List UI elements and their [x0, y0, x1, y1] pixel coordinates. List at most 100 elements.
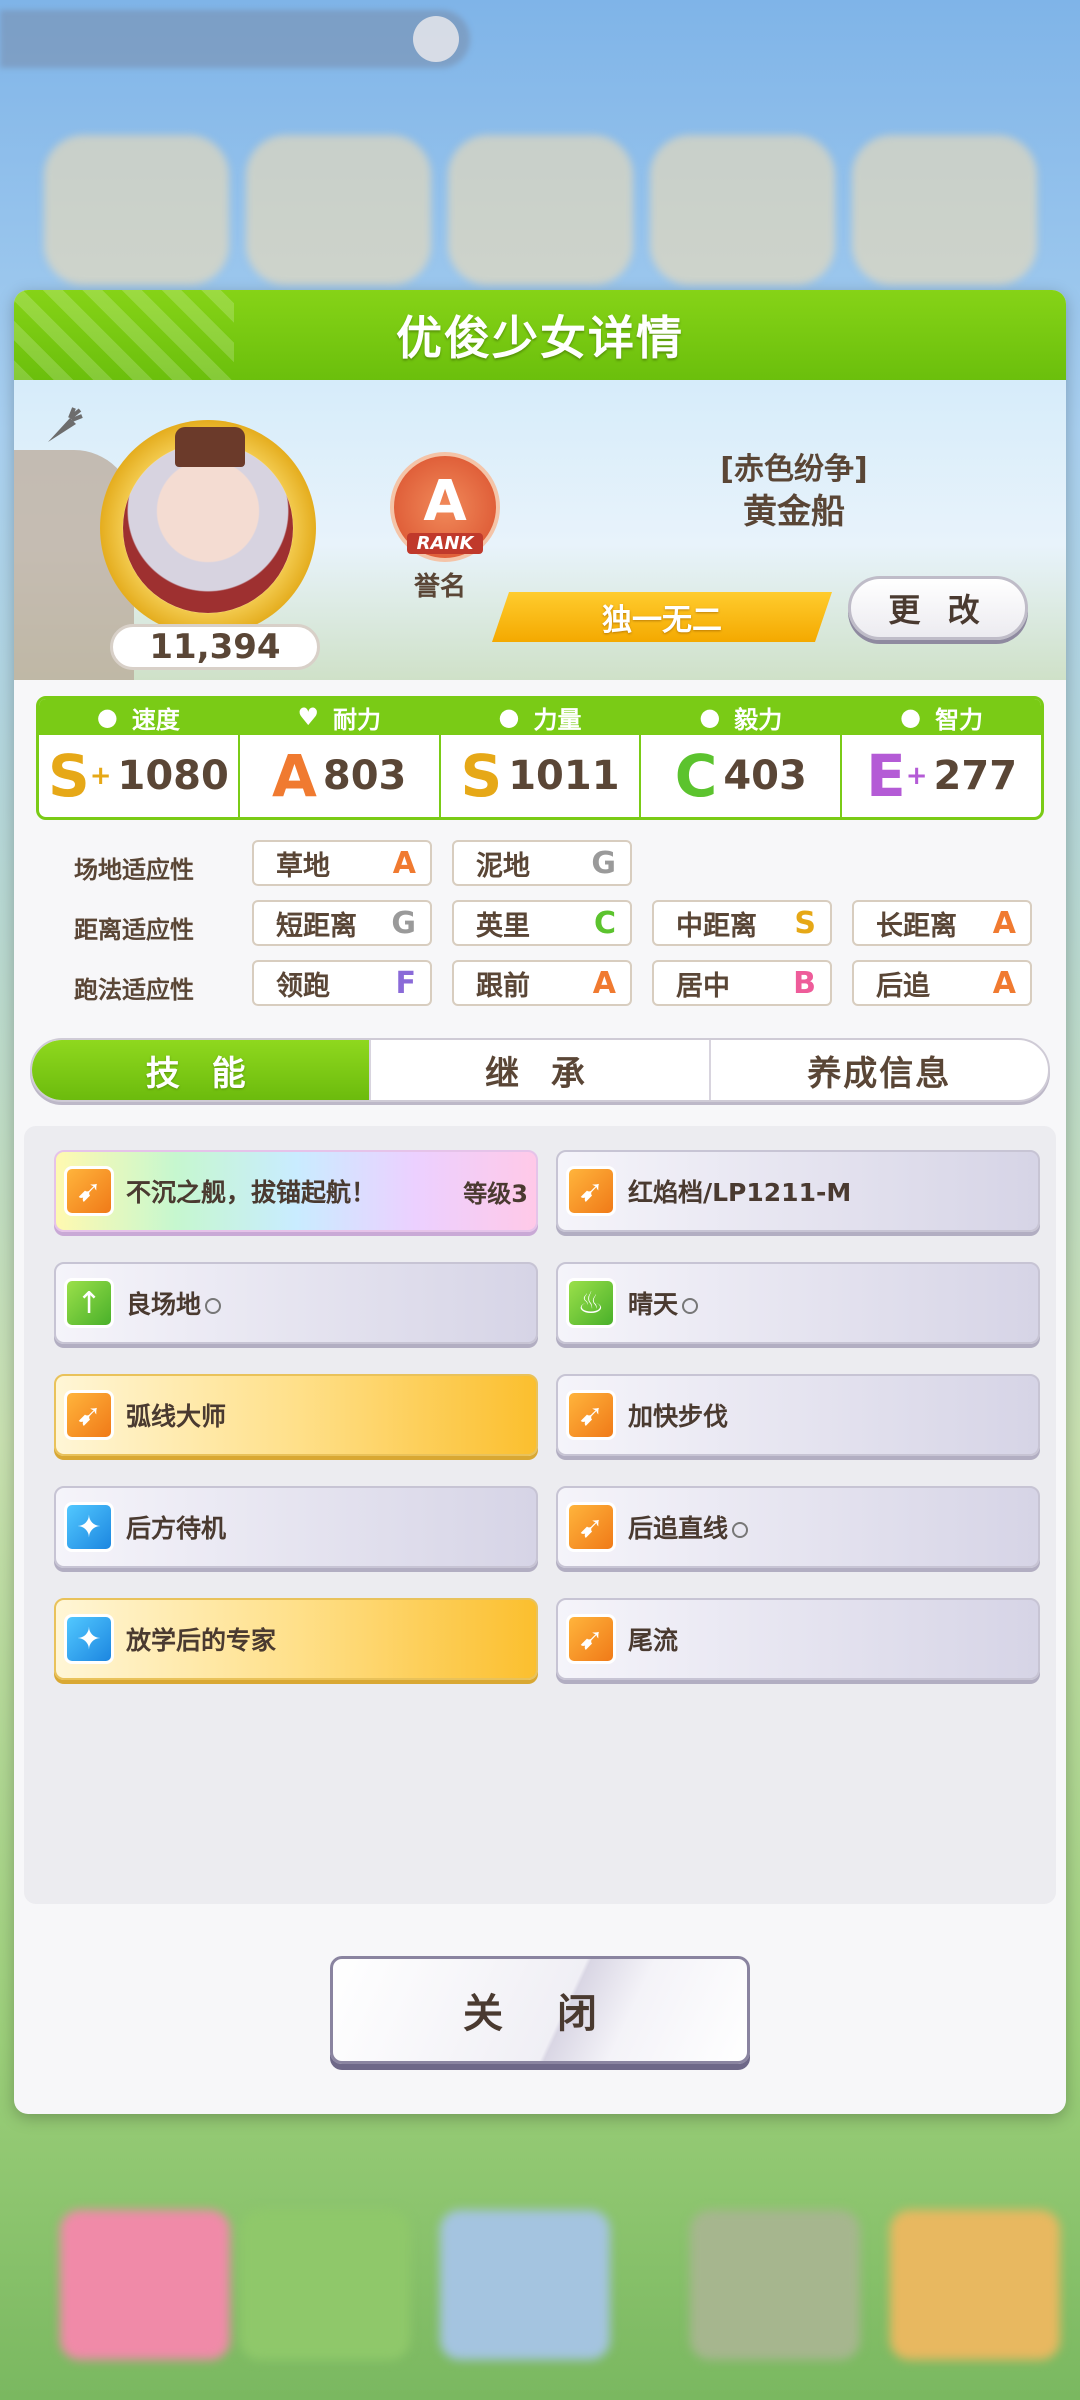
aptitude-style-item: 后追 A [852, 960, 1032, 1006]
detail-tabs: 技 能继 承养成信息 [30, 1038, 1050, 1102]
tab-2[interactable]: 养成信息 [711, 1040, 1048, 1100]
change-title-button[interactable]: 更 改 [848, 576, 1028, 640]
skill-card[interactable]: ✦ 后方待机 [54, 1486, 538, 1568]
stat-header: ● 智力 [842, 699, 1041, 735]
aptitude-distance-item: 长距离 A [852, 900, 1032, 946]
skill-name: 红焰档/LP1211-M [628, 1178, 852, 1207]
stat-grade: C [674, 742, 718, 810]
tab-0[interactable]: 技 能 [32, 1040, 372, 1100]
skill-orange-icon: ➹ [64, 1390, 114, 1440]
skill-blue-icon: ✦ [64, 1614, 114, 1664]
character-portrait[interactable] [100, 420, 316, 636]
skill-card[interactable]: ➹ 尾流 [556, 1598, 1040, 1680]
background-character-slot [852, 135, 1037, 285]
flame-icon: ● [699, 703, 721, 731]
skill-card[interactable]: ➹ 红焰档/LP1211-M [556, 1150, 1040, 1232]
stat-grade: S [460, 742, 503, 810]
stat-4: ● 智力 E+ 277 [842, 699, 1041, 817]
skill-orange-icon: ➹ [566, 1390, 616, 1440]
tab-1[interactable]: 继 承 [371, 1040, 711, 1100]
background-nav-item [440, 2210, 610, 2360]
stat-3: ● 毅力 C 403 [641, 699, 843, 817]
skill-card[interactable]: ↑ 良场地 [54, 1262, 538, 1344]
stat-0: ● 速度 S+ 1080 [39, 699, 240, 817]
skill-card[interactable]: ➹ 弧线大师 [54, 1374, 538, 1456]
aptitude-style-item: 领跑 F [252, 960, 432, 1006]
muscle-icon: ● [498, 703, 520, 731]
background-top [0, 0, 1080, 290]
stat-value: 277 [933, 753, 1018, 799]
background-nav-item [60, 2210, 230, 2360]
shoe-icon: ● [96, 703, 118, 731]
aptitude-grade: C [593, 905, 616, 941]
background-bar-button [413, 16, 459, 62]
aptitude-name: 居中 [676, 970, 730, 1002]
aptitude-name: 短距离 [276, 910, 357, 942]
carrot-icon [40, 404, 86, 450]
aptitude-grade: G [391, 905, 416, 941]
skill-orange-icon: ➹ [64, 1166, 114, 1216]
skill-name: 后方待机 [126, 1514, 227, 1543]
aptitude-name: 后追 [876, 970, 930, 1002]
aptitude-track-item: 泥地 G [452, 840, 632, 886]
background-character-slot [44, 135, 229, 285]
aptitude-name: 草地 [276, 850, 330, 882]
character-nickname: [赤色纷争] [720, 452, 868, 487]
stat-label: 耐力 [332, 705, 381, 734]
skill-card[interactable]: ✦ 放学后的专家 [54, 1598, 538, 1680]
style-aptitude-row: 跑法适应性 领跑 F 跟前 A 居中 B 后追 A [44, 960, 1044, 1010]
aptitude-label: 跑法适应性 [74, 976, 194, 1004]
circle-icon [682, 1298, 699, 1314]
stat-value-row: S+ 1080 [39, 735, 238, 817]
stat-label: 力量 [533, 705, 582, 734]
skill-name: 晴天 [628, 1285, 1038, 1321]
aptitude-distance-item: 英里 C [452, 900, 632, 946]
rank-letter: A [423, 469, 467, 534]
stat-header: ● 毅力 [641, 699, 841, 735]
skill-card[interactable]: ➹ 不沉之舰，拔锚起航！ 等级3 [54, 1150, 538, 1232]
skill-card[interactable]: ➹ 后追直线 [556, 1486, 1040, 1568]
character-title-ribbon: 独一无二 [492, 592, 832, 642]
stat-grade: A [272, 742, 317, 810]
aptitude-grade: A [992, 965, 1016, 1001]
stat-label: 智力 [935, 705, 984, 734]
aptitude-grade: A [392, 845, 416, 881]
rank-badge: A RANK [390, 452, 500, 562]
rank-label: 誉名 [414, 572, 467, 602]
stat-value: 803 [322, 753, 407, 799]
profile-banner: 11,394 A RANK 誉名 [赤色纷争] 黄金船 独一无二 更 改 [14, 380, 1066, 680]
stat-label: 速度 [131, 705, 180, 734]
character-face [123, 427, 293, 613]
skill-name: 不沉之舰，拔锚起航！ [126, 1178, 377, 1207]
stat-header: ♥ 耐力 [239, 699, 439, 735]
skill-name: 放学后的专家 [126, 1626, 277, 1655]
skill-name: 后追直线 [628, 1509, 1038, 1545]
character-score: 11,394 [110, 624, 320, 670]
skill-blue-icon: ✦ [64, 1502, 114, 1552]
skill-orange-icon: ➹ [566, 1502, 616, 1552]
aptitude-label: 距离适应性 [74, 916, 194, 944]
background-nav-item [690, 2210, 860, 2360]
heart-icon: ♥ [297, 703, 319, 731]
aptitude-distance-item: 短距离 G [252, 900, 432, 946]
dialog-title: 优俊少女详情 [396, 311, 684, 365]
aptitude-name: 长距离 [876, 910, 957, 942]
stat-value-row: A 803 [240, 735, 439, 817]
stat-value: 1011 [508, 753, 620, 799]
stat-value: 1080 [117, 753, 229, 799]
aptitude-grade: A [992, 905, 1016, 941]
circle-icon [205, 1298, 222, 1314]
aptitude-track-item: 草地 A [252, 840, 432, 886]
aptitude-style-item: 跟前 A [452, 960, 632, 1006]
skill-card[interactable]: ➹ 加快步伐 [556, 1374, 1040, 1456]
circle-icon [732, 1522, 749, 1538]
skill-green-icon: ↑ [64, 1278, 114, 1328]
skill-green-icon: ♨ [566, 1278, 616, 1328]
close-button[interactable]: 关 闭 [330, 1956, 750, 2064]
background-nav-item [240, 2210, 410, 2360]
skill-card[interactable]: ♨ 晴天 [556, 1262, 1040, 1344]
track-aptitude-row: 场地适应性 草地 A 泥地 G [44, 840, 1044, 890]
aptitude-name: 英里 [476, 910, 530, 942]
character-name: 黄金船 [743, 492, 845, 532]
skill-name: 弧线大师 [126, 1402, 227, 1431]
